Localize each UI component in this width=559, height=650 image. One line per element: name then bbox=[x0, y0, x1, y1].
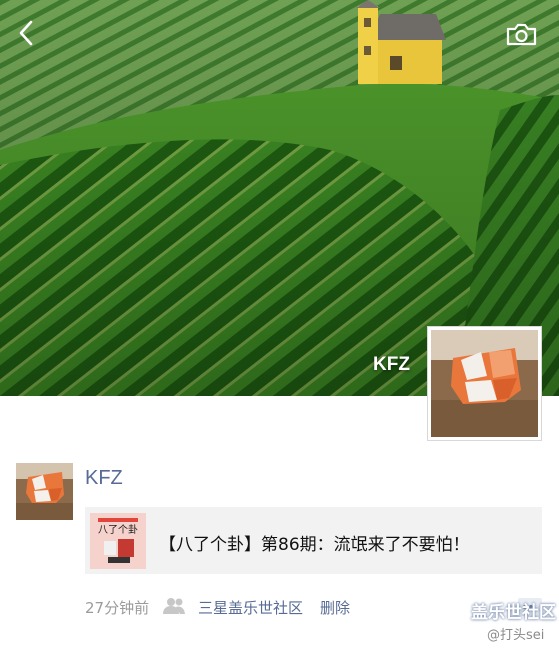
camera-icon bbox=[506, 23, 537, 46]
post-author-name[interactable]: KFZ bbox=[85, 467, 123, 490]
friends-icon bbox=[162, 597, 186, 615]
thumb-tag: 八了个卦 bbox=[98, 523, 138, 536]
article-thumbnail-image: 八了个卦 bbox=[90, 513, 146, 569]
post-source[interactable]: 三星盖乐世社区 bbox=[198, 597, 303, 618]
profile-name: KFZ bbox=[373, 354, 410, 375]
origami-avatar-image bbox=[16, 463, 73, 520]
post-timestamp: 27分钟前 bbox=[85, 599, 150, 617]
post-avatar[interactable] bbox=[16, 463, 73, 520]
chevron-left-icon bbox=[19, 20, 33, 46]
link-thumbnail: 八了个卦 bbox=[90, 513, 146, 569]
profile-avatar[interactable] bbox=[428, 327, 541, 440]
back-button[interactable] bbox=[14, 18, 42, 48]
delete-button[interactable]: 删除 bbox=[320, 597, 350, 618]
link-title: 【八了个卦】第86期：流氓来了不要怕！ bbox=[159, 535, 470, 555]
camera-button[interactable] bbox=[504, 20, 538, 48]
watermark-text: 盖乐世社区 bbox=[471, 603, 556, 623]
watermark-handle: @打头sei bbox=[487, 628, 545, 643]
origami-avatar-image bbox=[431, 330, 538, 437]
shared-link-card[interactable]: 八了个卦 【八了个卦】第86期：流氓来了不要怕！ bbox=[85, 507, 542, 574]
